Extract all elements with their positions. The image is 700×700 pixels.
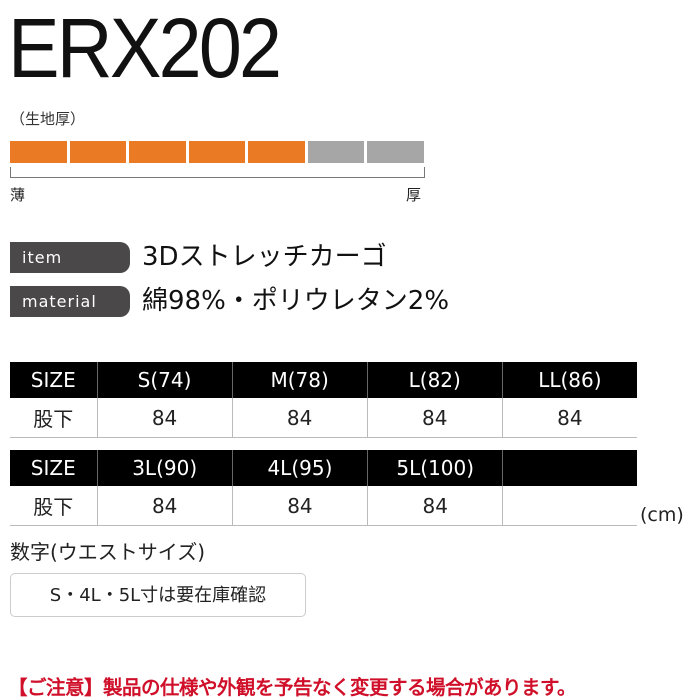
item-value: 3Dストレッチカーゴ <box>142 242 387 272</box>
size-table-1: SIZE S(74) M(78) L(82) LL(86) 股下 84 84 8… <box>10 362 637 438</box>
size-cell: S(74) <box>96 362 233 398</box>
scale-segment-empty <box>367 141 425 163</box>
scale-segment-filled <box>69 141 127 163</box>
inseam-value: 84 <box>231 486 368 526</box>
material-tag: material <box>10 286 130 317</box>
size-cell: 5L(100) <box>367 450 503 486</box>
size-cell: LL(86) <box>501 362 637 398</box>
inseam-value: 84 <box>367 486 503 526</box>
inseam-value: 84 <box>501 398 637 438</box>
size-cell: 3L(90) <box>96 450 233 486</box>
fabric-thickness-scale <box>10 141 425 163</box>
thick-label: 厚 <box>406 186 422 204</box>
size-header-label: SIZE <box>10 362 98 398</box>
unit-label: (cm) <box>640 504 684 526</box>
scale-segment-filled <box>10 141 67 163</box>
inseam-value: 84 <box>231 398 368 438</box>
size-cell <box>502 450 637 486</box>
scale-segment-filled <box>129 141 186 163</box>
scale-segment-filled <box>248 141 305 163</box>
size-table-2: SIZE 3L(90) 4L(95) 5L(100) 股下 84 84 84 <box>10 450 637 526</box>
caution-notice: 【ご注意】製品の仕様や外観を予告なく変更する場合があります。 <box>8 676 577 699</box>
size-cell: M(78) <box>231 362 368 398</box>
size-header-row: SIZE 3L(90) 4L(95) 5L(100) <box>10 450 637 486</box>
size-header-label: SIZE <box>10 450 98 486</box>
scale-segment-empty <box>307 141 365 163</box>
inseam-label: 股下 <box>10 486 98 526</box>
inseam-row: 股下 84 84 84 <box>10 486 637 526</box>
waist-size-note: 数字(ウエストサイズ) <box>10 540 206 564</box>
inseam-value: 84 <box>366 398 503 438</box>
thin-label: 薄 <box>10 186 26 204</box>
inseam-value <box>502 486 637 526</box>
inseam-row: 股下 84 84 84 84 <box>10 398 637 438</box>
fabric-thickness-label: （生地厚） <box>10 110 86 128</box>
inseam-value: 84 <box>96 486 233 526</box>
inseam-label: 股下 <box>10 398 98 438</box>
inseam-value: 84 <box>96 398 233 438</box>
size-header-row: SIZE S(74) M(78) L(82) LL(86) <box>10 362 637 398</box>
size-cell: 4L(95) <box>231 450 368 486</box>
scale-segment-filled <box>188 141 246 163</box>
size-cell: L(82) <box>366 362 503 398</box>
scale-bracket <box>10 167 425 178</box>
material-value: 綿98%・ポリウレタン2% <box>142 286 450 316</box>
item-tag: item <box>10 242 130 273</box>
stock-notice-box: S・4L・5L寸は要在庫確認 <box>10 573 306 617</box>
product-code: ERX202 <box>8 1 282 95</box>
